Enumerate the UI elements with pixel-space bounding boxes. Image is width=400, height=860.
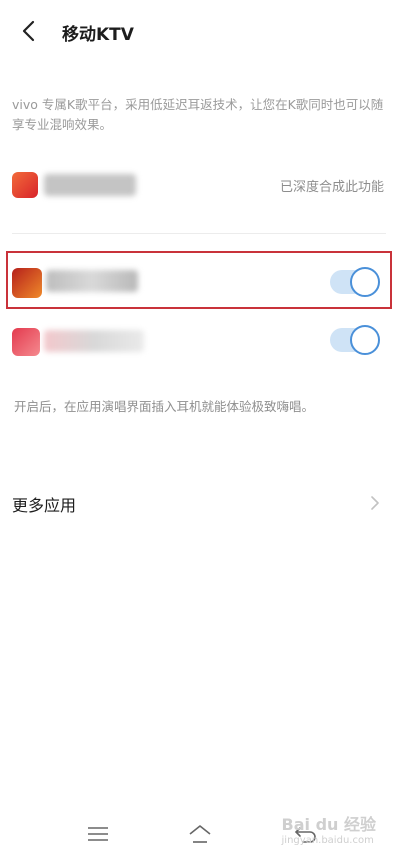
more-apps-label: 更多应用 [12, 496, 77, 515]
description-text: vivo 专属K歌平台，采用低延迟耳返技术，让您在K歌同时也可以随享专业混响效果… [12, 97, 384, 132]
app-row-1: 已深度合成此功能 [0, 156, 400, 212]
menu-icon[interactable] [84, 822, 112, 846]
ktv-toggle-app-2[interactable] [330, 267, 380, 297]
page-title: 移动KTV [62, 25, 134, 45]
ktv-toggle-app-3[interactable] [330, 325, 380, 355]
app-row-2 [0, 254, 400, 310]
toggle-knob [350, 267, 380, 297]
chevron-right-icon [368, 495, 382, 511]
status-text: 已深度合成此功能 [279, 180, 384, 195]
hint-text: 开启后，在应用演唱界面插入耳机就能体验极致嗨唱。 [14, 399, 315, 414]
app-name-blurred [44, 174, 136, 196]
system-navbar: Bai du 经验 jingyan.baidu.com [0, 810, 400, 860]
app-row-3 [0, 312, 400, 368]
app-icon [12, 268, 42, 298]
chevron-left-icon[interactable] [16, 18, 42, 44]
app-name-blurred [46, 270, 138, 292]
header: 移动KTV [0, 0, 400, 62]
more-apps-row[interactable]: 更多应用 [0, 482, 400, 526]
app-icon [12, 328, 40, 356]
toggle-knob [350, 325, 380, 355]
watermark-url: jingyan.baidu.com [281, 835, 374, 846]
home-icon[interactable] [186, 822, 214, 846]
app-icon [12, 172, 38, 198]
baidu-watermark: Bai du 经验 jingyan.baidu.com [282, 811, 376, 846]
divider [12, 233, 386, 234]
watermark-brand: Bai du 经验 [281, 815, 376, 834]
app-name-blurred [44, 330, 144, 352]
